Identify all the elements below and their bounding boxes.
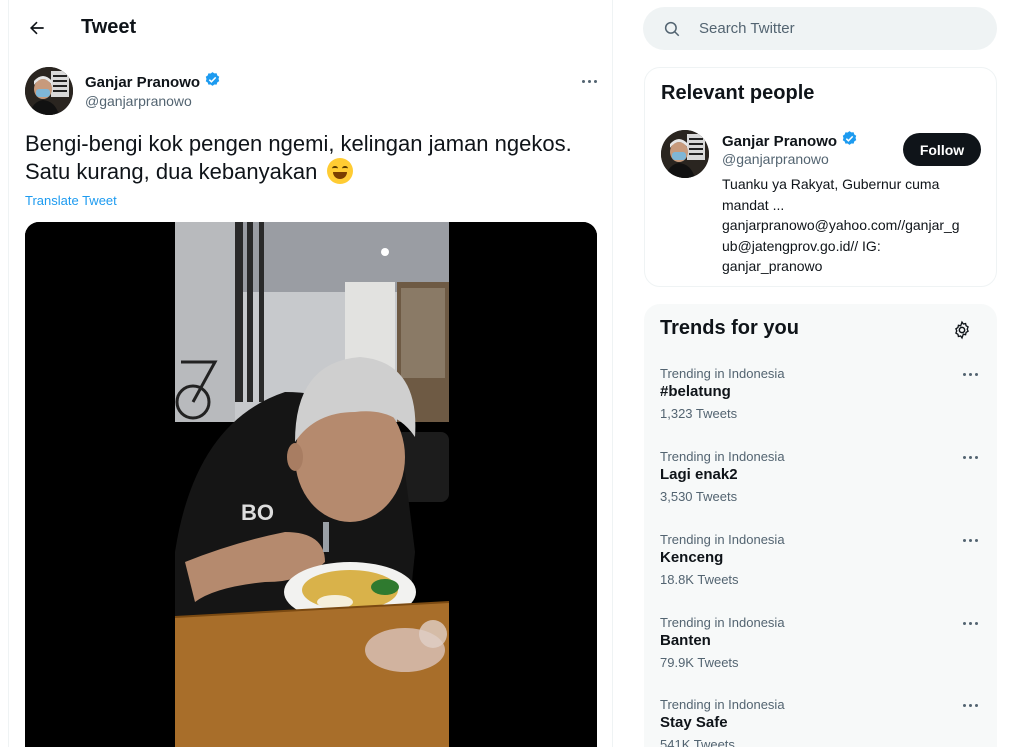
- author-handle[interactable]: @ganjarpranowo: [85, 93, 192, 109]
- tweet-header: Tweet: [9, 0, 612, 56]
- relevant-people-panel: Relevant people Ganjar Pranowo @ganjarpr…: [644, 67, 997, 287]
- bio-line: ganjarpranowo@yahoo.com//ganjar_g: [722, 217, 960, 233]
- trend-name: Kenceng: [660, 549, 724, 566]
- trend-item[interactable]: Trending in Indonesia Lagi enak2 3,530 T…: [644, 449, 997, 531]
- verified-badge-icon: [204, 71, 221, 93]
- relevant-person-name[interactable]: Ganjar Pranowo: [722, 133, 837, 150]
- trends-heading: Trends for you: [660, 317, 799, 339]
- tweet-text-line: Bengi-bengi kok pengen ngemi, kelingan j…: [25, 131, 572, 156]
- avatar[interactable]: [25, 67, 73, 115]
- relevant-people-heading: Relevant people: [661, 82, 815, 104]
- trend-item[interactable]: Trending in Indonesia #belatung 1,323 Tw…: [644, 366, 997, 448]
- translate-tweet-link[interactable]: Translate Tweet: [25, 193, 117, 208]
- trend-context: Trending in Indonesia: [660, 615, 785, 630]
- trend-tweet-count: 1,323 Tweets: [660, 406, 738, 421]
- bio-line: Tuanku ya Rakyat, Gubernur cuma: [722, 176, 940, 192]
- search-input[interactable]: [699, 7, 979, 50]
- trend-context: Trending in Indonesia: [660, 366, 785, 381]
- relevant-person-bio: Tuanku ya Rakyat, Gubernur cuma mandat .…: [722, 174, 984, 277]
- trend-item[interactable]: Trending in Indonesia Kenceng 18.8K Twee…: [644, 532, 997, 614]
- bio-line: ganjar_pranowo: [722, 258, 823, 274]
- trend-name: Stay Safe: [660, 714, 728, 731]
- trend-tweet-count: 3,530 Tweets: [660, 489, 738, 504]
- tweet-video[interactable]: BO: [25, 222, 597, 747]
- trend-tweet-count: 541K Tweets: [660, 737, 735, 747]
- gear-icon[interactable]: [950, 318, 974, 342]
- trend-context: Trending in Indonesia: [660, 532, 785, 547]
- search-box: [643, 7, 997, 50]
- more-options-icon[interactable]: [958, 615, 982, 631]
- tweet-text-line: Satu kurang, dua kebanyakan: [25, 159, 318, 184]
- svg-text:BO: BO: [241, 500, 274, 525]
- tweet-author: Ganjar Pranowo @ganjarpranowo: [25, 67, 605, 117]
- back-arrow-icon[interactable]: [23, 14, 51, 42]
- more-options-icon[interactable]: [958, 532, 982, 548]
- verified-badge-icon: [841, 130, 858, 152]
- more-options-icon[interactable]: [958, 449, 982, 465]
- grinning-face-emoji-icon: [327, 158, 354, 184]
- trend-item[interactable]: Trending in Indonesia Stay Safe 541K Twe…: [644, 697, 997, 747]
- more-options-icon[interactable]: [577, 71, 601, 91]
- avatar[interactable]: [661, 130, 709, 178]
- more-options-icon[interactable]: [958, 697, 982, 713]
- bio-line: ub@jatengprov.go.id// IG:: [722, 237, 881, 254]
- video-frame: BO: [25, 222, 597, 747]
- bio-line: mandat ...: [722, 196, 785, 213]
- trend-tweet-count: 79.9K Tweets: [660, 655, 739, 670]
- relevant-person-handle[interactable]: @ganjarpranowo: [722, 151, 829, 167]
- trend-context: Trending in Indonesia: [660, 697, 785, 712]
- search-icon: [663, 20, 681, 43]
- trend-item[interactable]: Trending in Indonesia Banten 79.9K Tweet…: [644, 615, 997, 697]
- trend-name: #belatung: [660, 383, 731, 400]
- trend-context: Trending in Indonesia: [660, 449, 785, 464]
- author-name[interactable]: Ganjar Pranowo: [85, 74, 200, 91]
- trend-tweet-count: 18.8K Tweets: [660, 572, 739, 587]
- follow-button[interactable]: Follow: [903, 133, 981, 166]
- trend-name: Lagi enak2: [660, 466, 738, 483]
- tweet-column: Tweet Ganjar Pranowo @ganjarpranowo Beng…: [8, 0, 613, 747]
- tweet-text: Bengi-bengi kok pengen ngemi, kelingan j…: [25, 130, 610, 186]
- more-options-icon[interactable]: [958, 366, 982, 382]
- trends-panel: Trends for you Trending in Indonesia #be…: [644, 304, 997, 747]
- twitter-tweet-page: Tweet Ganjar Pranowo @ganjarpranowo Beng…: [0, 0, 1024, 747]
- trend-name: Banten: [660, 632, 711, 649]
- page-title: Tweet: [81, 16, 137, 38]
